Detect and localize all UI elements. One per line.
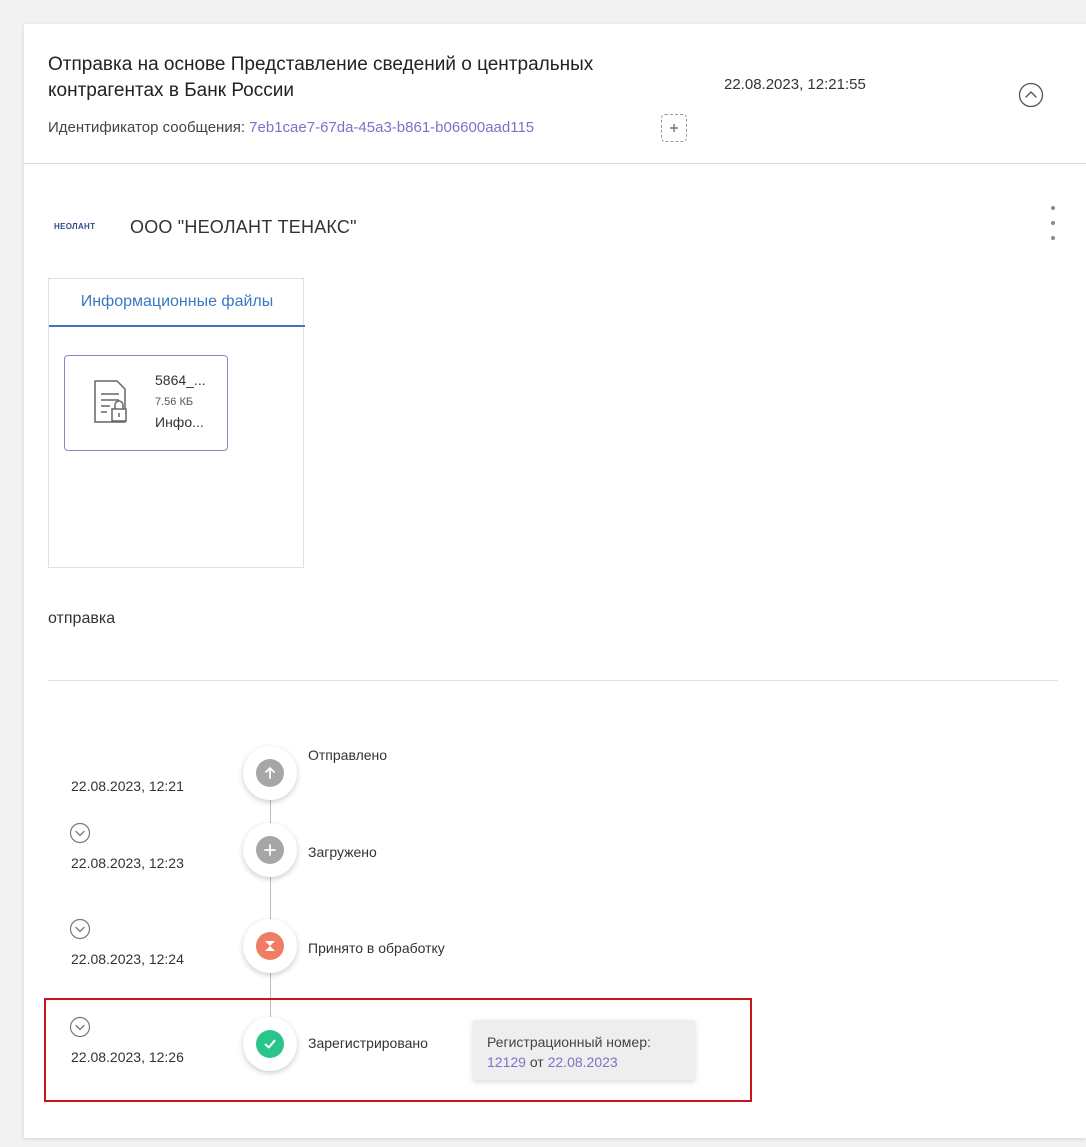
message-title: Отправка на основе Представление сведени… [48, 54, 594, 101]
timeline-item-processing: 22.08.2023, 12:24 Принято в обработку [24, 916, 1086, 996]
divider [48, 680, 1058, 681]
chevron-down-circle-icon[interactable] [69, 918, 91, 940]
svg-text:НЕОЛАНТ: НЕОЛАНТ [54, 222, 95, 231]
file-size: 7.56 КБ [155, 396, 194, 408]
chevron-up-circle-icon[interactable] [1018, 82, 1044, 108]
file-card[interactable]: 5864_... 7.56 КБ Инфо... [64, 355, 228, 451]
more-vertical-icon[interactable] [1046, 206, 1060, 240]
locked-document-icon [94, 380, 127, 423]
arrow-up-icon [256, 759, 284, 787]
timeline-status: Отправлено [308, 747, 388, 763]
message-comment: отправка [48, 610, 116, 627]
message-header: Отправка на основе Представление сведени… [24, 24, 1086, 164]
highlight-frame [44, 998, 752, 1102]
plus-icon [256, 836, 284, 864]
message-card: Отправка на основе Представление сведени… [24, 24, 1086, 1138]
timeline-date: 22.08.2023, 12:21 [71, 778, 184, 794]
copy-id-button[interactable] [661, 114, 687, 142]
timeline-item-sent: 22.08.2023, 12:21 Отправлено [24, 724, 1086, 804]
timeline-date: 22.08.2023, 12:23 [71, 855, 184, 871]
chevron-down-circle-icon[interactable] [69, 822, 91, 844]
file-name: 5864_... [155, 372, 206, 388]
timeline-status: Загружено [308, 844, 377, 860]
timeline-item-loaded: 22.08.2023, 12:23 Загружено [24, 820, 1086, 900]
files-panel: Информационные файлы 5864_... 7.56 КБ Ин… [48, 278, 305, 568]
hourglass-icon [256, 932, 284, 960]
tab-info-files[interactable]: Информационные файлы [49, 279, 305, 327]
timeline-status-badge [243, 746, 297, 800]
timeline-status-badge [243, 919, 297, 973]
timeline-date: 22.08.2023, 12:24 [71, 951, 184, 967]
message-id-link[interactable]: 7eb1cae7-67da-45a3-b861-b06600aad115 [249, 119, 534, 136]
message-id-label: Идентификатор сообщения: [48, 119, 245, 136]
timeline-status: Принято в обработку [308, 940, 445, 956]
org-logo: НЕОЛАНТ [54, 222, 95, 231]
timeline-status-badge [243, 823, 297, 877]
message-date: 22.08.2023, 12:21:55 [724, 76, 866, 93]
org-name: ООО "НЕОЛАНТ ТЕНАКС" [130, 217, 357, 237]
file-type: Инфо... [155, 414, 204, 430]
copy-icon [670, 124, 678, 132]
message-id: Идентификатор сообщения: 7eb1cae7-67da-4… [48, 119, 534, 136]
